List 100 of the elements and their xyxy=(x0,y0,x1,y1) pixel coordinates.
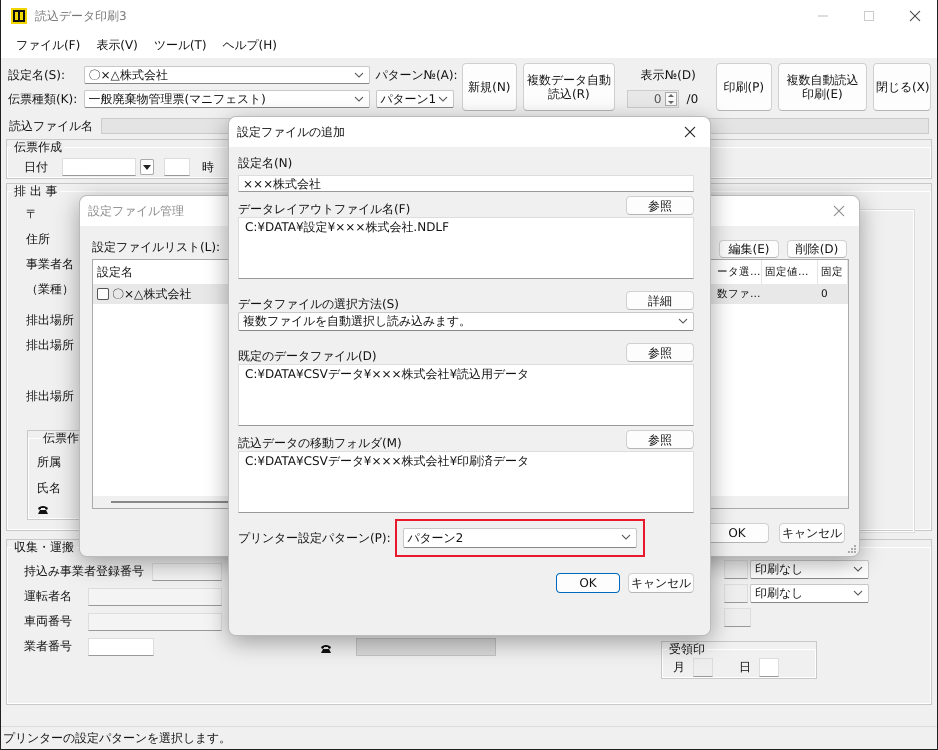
dropdown[interactable]: パターン1 xyxy=(376,90,454,108)
dropdown[interactable]: パターン2 xyxy=(402,528,637,548)
field-label: 氏名 xyxy=(37,480,62,497)
chevron-icon xyxy=(438,96,448,102)
close-icon xyxy=(833,205,845,217)
table-cell-text: 数ファ… xyxy=(716,287,762,301)
app-icon xyxy=(11,8,27,24)
browse-button[interactable]: 参照 xyxy=(626,196,694,215)
input-field[interactable]: ×××株式会社 xyxy=(238,175,694,192)
field-label: 時 xyxy=(202,158,214,176)
input-field[interactable] xyxy=(152,562,222,580)
dialog-title: 設定ファイルの追加 xyxy=(237,124,345,140)
field-label: 所属 xyxy=(37,454,62,471)
field-label: 設定名(S): xyxy=(8,67,66,84)
path-field[interactable]: C:¥DATA¥CSVデータ¥×××株式会社¥読込用データ xyxy=(238,364,694,426)
table-cell-text: 0 xyxy=(820,288,829,300)
dialog-button[interactable]: 編集(E) xyxy=(719,240,779,258)
chevron-icon xyxy=(354,72,364,78)
status-text: プリンターの設定パターンを選択します。 xyxy=(3,730,231,746)
toolbar-button[interactable]: 印刷(P) xyxy=(716,63,772,111)
dialog-title: 設定ファイル管理 xyxy=(88,202,184,220)
chevron-icon xyxy=(853,566,863,572)
group-title: 伝票作 xyxy=(42,431,80,445)
field-label: 排出場所 xyxy=(26,337,74,354)
chevron-icon xyxy=(620,534,631,540)
close-icon xyxy=(684,126,696,138)
input-field[interactable] xyxy=(724,560,748,579)
table-cell: 〇×△株式会社 xyxy=(112,286,192,302)
close-icon xyxy=(909,10,921,22)
dialog-button[interactable]: キャンセル xyxy=(628,573,694,593)
field-label: 運転者名 xyxy=(24,588,73,605)
dropdown-button[interactable] xyxy=(140,159,154,175)
toolbar-button[interactable]: 閉じる(X) xyxy=(872,63,931,111)
field-label: 伝票種類(K): xyxy=(8,91,78,108)
group-title: 受領印 xyxy=(668,642,706,656)
group-title: 排 出 事 xyxy=(13,184,59,198)
field-label: 業者番号 xyxy=(24,638,73,655)
field-label: 車両番号 xyxy=(24,613,73,630)
caret-icon xyxy=(143,164,151,170)
day-field[interactable] xyxy=(759,658,779,677)
field-label: 排出場所 xyxy=(26,312,74,329)
month-field[interactable] xyxy=(693,658,713,677)
field-label: 排出場所 xyxy=(26,388,74,405)
dropdown[interactable]: 〇×△株式会社 xyxy=(84,66,370,84)
browse-button[interactable]: 参照 xyxy=(626,343,694,362)
menu-item[interactable]: ファイル(F) xyxy=(9,34,88,56)
field-label: 読込データの移動フォルダ(M) xyxy=(238,435,402,451)
field-label: 日 xyxy=(739,659,751,676)
field-label: 月 xyxy=(673,659,685,676)
browse-button[interactable]: 詳細 xyxy=(626,291,694,310)
total-count: /0 xyxy=(686,92,698,106)
input-field[interactable] xyxy=(88,612,222,630)
toolbar-button[interactable]: 新規(N) xyxy=(462,63,518,111)
phone-icon xyxy=(37,505,49,515)
path-field[interactable]: C:¥DATA¥設定¥×××株式会社.NDLF xyxy=(238,217,694,279)
dialog-button[interactable]: 削除(D) xyxy=(787,240,847,258)
chevron-icon xyxy=(354,96,364,102)
input-field[interactable] xyxy=(724,608,751,627)
field-label: 表示№(D) xyxy=(640,67,697,84)
input-field[interactable] xyxy=(88,588,222,606)
menu-item[interactable]: ヘルプ(H) xyxy=(216,34,284,56)
dropdown[interactable]: 印刷なし xyxy=(750,560,869,579)
maximize-icon xyxy=(863,10,875,22)
field-label: データレイアウトファイル名(F) xyxy=(238,201,410,217)
field-label: 設定名(N) xyxy=(238,155,294,171)
group-title: 伝票作成 xyxy=(13,140,63,154)
input-field[interactable] xyxy=(356,638,496,656)
field-label: 読込ファイル名 xyxy=(9,118,93,134)
spinner-icon xyxy=(664,92,677,106)
field-label: （業種） xyxy=(26,281,74,298)
path-field[interactable]: C:¥DATA¥CSVデータ¥×××株式会社¥印刷済データ xyxy=(238,451,694,513)
chevron-icon xyxy=(853,590,863,596)
menu-item[interactable]: ツール(T) xyxy=(146,34,214,56)
toolbar-button[interactable]: 複数データ自動読込(R) xyxy=(523,63,615,111)
window-title: 読込データ印刷3 xyxy=(35,8,127,24)
field-label: 既定のデータファイル(D) xyxy=(238,348,377,364)
menu-item[interactable]: 表示(V) xyxy=(89,34,145,56)
input-field[interactable] xyxy=(88,638,154,656)
dropdown[interactable]: 印刷なし xyxy=(750,584,869,603)
field-label: パターン№(A): xyxy=(376,67,456,84)
date-field[interactable] xyxy=(62,158,136,176)
field-label: 日付 xyxy=(24,158,48,176)
checkbox[interactable] xyxy=(97,288,109,300)
field-label: 設定ファイルリスト(L): xyxy=(92,239,220,256)
hour-field[interactable] xyxy=(164,158,190,176)
field-label: 住所 xyxy=(26,231,50,248)
browse-button[interactable]: 参照 xyxy=(626,430,694,449)
field-label: 事業者名 xyxy=(26,256,74,273)
toolbar-button[interactable]: 複数自動読込印刷(E) xyxy=(778,63,867,111)
dialog-button[interactable]: OK xyxy=(556,573,620,593)
resize-grip-icon xyxy=(848,545,856,553)
field-label: データファイルの選択方法(S) xyxy=(238,296,399,312)
dropdown[interactable]: 一般廃棄物管理票(マニフェスト) xyxy=(84,90,370,108)
input-field[interactable] xyxy=(724,584,748,603)
phone-icon xyxy=(320,644,332,654)
field-label: プリンター設定パターン(P): xyxy=(238,530,391,546)
dialog-button[interactable]: キャンセル xyxy=(779,523,845,543)
dropdown[interactable]: 複数ファイルを自動選択し読み込みます。 xyxy=(238,312,694,331)
field-label: 〒 xyxy=(26,206,38,223)
chevron-icon xyxy=(678,318,688,324)
